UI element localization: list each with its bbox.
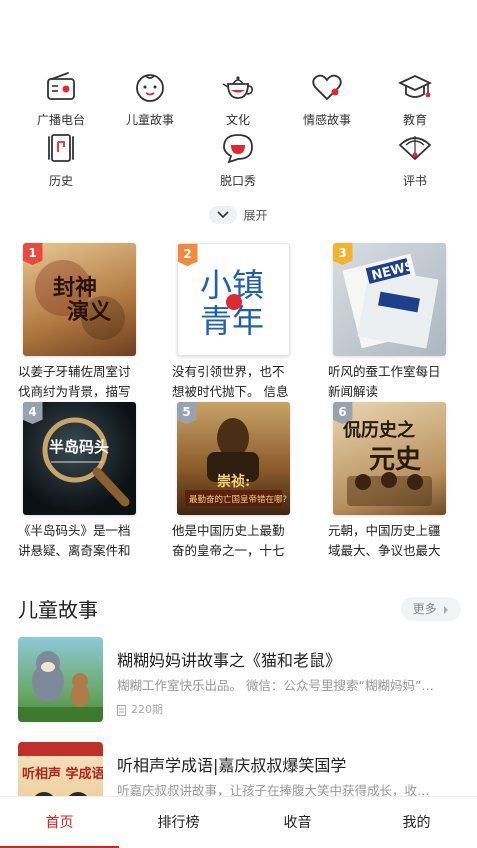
tab-home[interactable]: 首页 bbox=[0, 797, 119, 848]
tab-radio[interactable]: 收音 bbox=[238, 797, 357, 848]
svg-text:半岛码头: 半岛码头 bbox=[49, 438, 109, 456]
ranking-card-5[interactable]: 崇祯: 最勤奋的亡国皇帝错在哪? 5 他是中国历史上最勤奋的皇帝之一，十七 bbox=[172, 402, 294, 561]
svg-text:演义: 演义 bbox=[67, 299, 111, 325]
ranking-card-2[interactable]: 小镇 青年 2 没有引领世界，也不想被时代抛下。 信息 bbox=[172, 243, 294, 402]
ranking-card-6[interactable]: 侃历史之 元史 6 元朝，中国历史上疆域最大、争议也最大 bbox=[328, 402, 450, 561]
category-radio[interactable]: 广播电台 bbox=[16, 70, 106, 128]
rank-badge: 1 bbox=[22, 243, 43, 265]
chat-bubble-icon bbox=[223, 134, 253, 164]
album-description: 以姜子牙辅佐周室讨伐商纣为背景，描写 bbox=[18, 364, 131, 399]
album-cover: 半岛码头 4 bbox=[22, 402, 136, 515]
svg-text:封神: 封神 bbox=[53, 275, 97, 301]
album-cover: 封神 演义 1 bbox=[22, 243, 136, 356]
svg-text:最勤奋的亡国皇帝错在哪?: 最勤奋的亡国皇帝错在哪? bbox=[189, 494, 287, 505]
more-button[interactable]: 更多 bbox=[401, 597, 461, 621]
document-icon bbox=[117, 704, 126, 716]
album-cover: NEWS 3 bbox=[332, 243, 446, 356]
story-title: 糊糊妈妈讲故事之《猫和老鼠》 bbox=[117, 651, 342, 670]
category-emotion[interactable]: 情感故事 bbox=[282, 70, 372, 128]
chevron-down-icon bbox=[209, 206, 238, 224]
category-label: 广播电台 bbox=[36, 113, 85, 127]
expand-label: 展开 bbox=[243, 208, 268, 223]
more-label: 更多 bbox=[412, 602, 437, 616]
graduation-cap-icon bbox=[398, 75, 432, 98]
scroll-icon bbox=[48, 134, 74, 162]
bottom-tab-bar: 首页 排行榜 收音 我的 bbox=[0, 796, 477, 848]
svg-text:侃历史之: 侃历史之 bbox=[342, 419, 415, 441]
expand-toggle[interactable]: 展开 bbox=[0, 206, 477, 224]
cover-title: 听相声 学成语 bbox=[22, 766, 103, 782]
ranking-card-4[interactable]: 半岛码头 4 《半岛码头》是一档讲悬疑、离奇案件和 bbox=[18, 402, 140, 561]
category-label: 教育 bbox=[402, 113, 427, 127]
category-label: 情感故事 bbox=[302, 113, 351, 127]
rank-badge: 3 bbox=[332, 243, 353, 265]
album-description: 他是中国历史上最勤奋的皇帝之一，十七 bbox=[172, 523, 285, 558]
story-subtitle: 糊糊工作室快乐出品。 微信：公众号里搜索“糊糊妈妈”… bbox=[117, 678, 434, 693]
fan-icon bbox=[399, 136, 431, 160]
album-description: 听风的蚕工作室每日新闻解读 bbox=[328, 364, 441, 399]
category-children[interactable]: 儿童故事 bbox=[105, 70, 195, 128]
album-cover: 小镇 青年 2 bbox=[176, 243, 290, 356]
svg-text:元史: 元史 bbox=[369, 445, 422, 475]
category-history[interactable]: 历史 bbox=[16, 131, 106, 189]
category-label: 儿童故事 bbox=[125, 113, 174, 127]
section-title: 儿童故事 bbox=[18, 598, 98, 622]
rank-badge: 5 bbox=[176, 402, 197, 424]
teapot-icon bbox=[222, 76, 253, 99]
list-item[interactable]: 糊糊妈妈讲故事之《猫和老鼠》 糊糊工作室快乐出品。 微信：公众号里搜索“糊糊妈妈… bbox=[18, 637, 468, 722]
category-education[interactable]: 教育 bbox=[370, 70, 460, 128]
album-cover: 侃历史之 元史 6 bbox=[332, 402, 446, 515]
category-label: 文化 bbox=[225, 113, 250, 127]
ranking-card-1[interactable]: 封神 演义 1 以姜子牙辅佐周室讨伐商纣为背景，描写 bbox=[18, 243, 140, 402]
category-label: 评书 bbox=[402, 174, 427, 188]
category-label: 脱口秀 bbox=[219, 174, 256, 188]
chevron-right-icon bbox=[444, 605, 449, 614]
rank-badge: 2 bbox=[177, 244, 198, 266]
category-culture[interactable]: 文化 bbox=[193, 70, 283, 128]
album-description: 《半岛码头》是一档讲悬疑、离奇案件和 bbox=[18, 523, 131, 558]
album-description: 没有引领世界，也不想被时代抛下。 信息 bbox=[172, 364, 289, 399]
ranking-card-3[interactable]: NEWS 3 听风的蚕工作室每日新闻解读 bbox=[328, 243, 450, 402]
category-storytelling[interactable]: 评书 bbox=[370, 131, 460, 189]
album-cover: 崇祯: 最勤奋的亡国皇帝错在哪? 5 bbox=[176, 402, 290, 515]
album-description: 元朝，中国历史上疆域最大、争议也最大 bbox=[328, 523, 441, 558]
tab-ranking[interactable]: 排行榜 bbox=[119, 797, 238, 848]
svg-text:崇祯:: 崇祯: bbox=[217, 473, 250, 490]
episode-count: 220期 bbox=[117, 701, 163, 717]
tab-mine[interactable]: 我的 bbox=[357, 797, 476, 848]
radio-icon bbox=[47, 72, 75, 100]
heart-icon bbox=[312, 74, 342, 101]
category-talkshow[interactable]: 脱口秀 bbox=[193, 131, 283, 189]
rank-badge: 4 bbox=[22, 402, 43, 424]
cover-art bbox=[18, 651, 103, 722]
episode-count-label: 220期 bbox=[131, 703, 163, 716]
rank-badge: 6 bbox=[332, 402, 353, 424]
child-face-icon bbox=[136, 74, 164, 102]
story-title: 听相声学成语|嘉庆叔叔爆笑国学 bbox=[117, 756, 347, 775]
category-label: 历史 bbox=[48, 174, 73, 188]
album-thumbnail bbox=[18, 637, 103, 722]
